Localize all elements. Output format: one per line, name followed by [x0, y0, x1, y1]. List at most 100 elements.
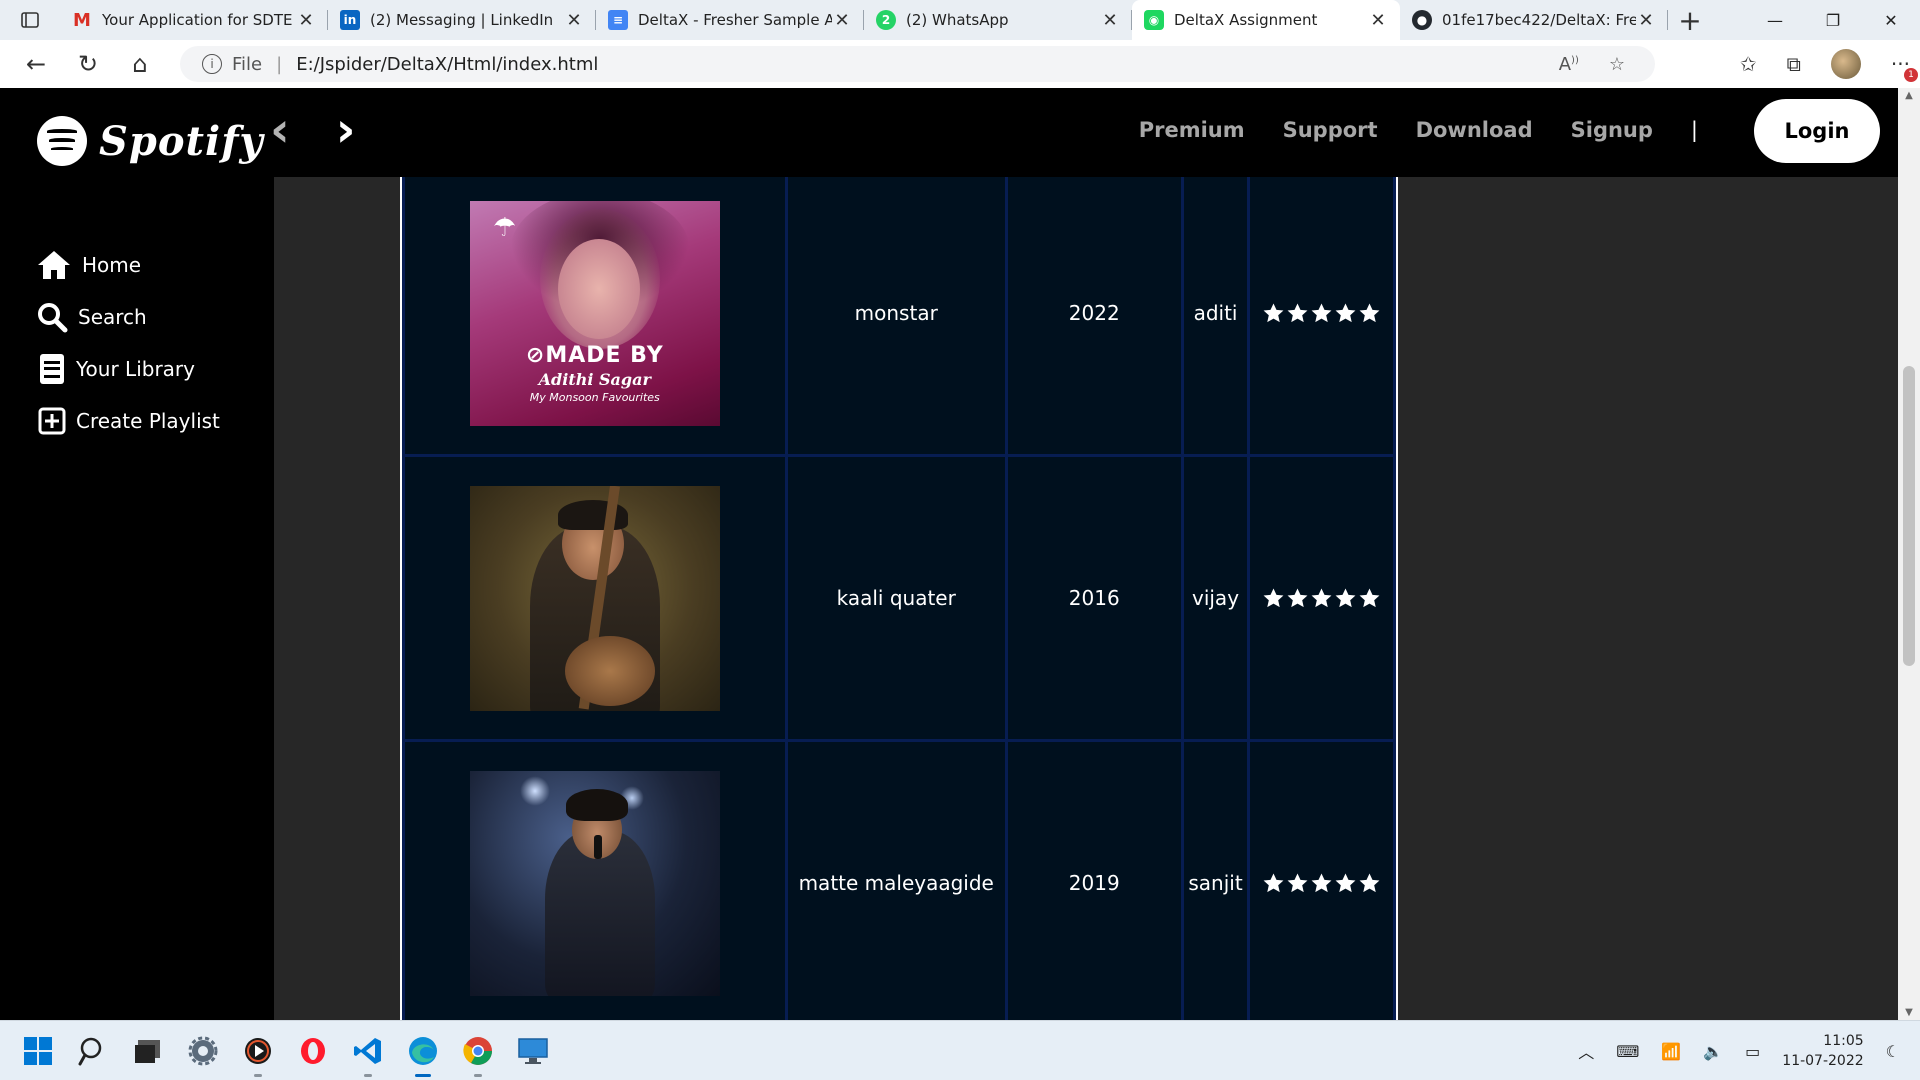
collections-icon[interactable]: ⧉ [1787, 52, 1801, 76]
scroll-down-icon[interactable]: ▼ [1898, 1007, 1920, 1018]
new-tab-button[interactable]: + [1668, 0, 1712, 40]
windows-start-icon[interactable] [20, 1033, 56, 1069]
opera-icon[interactable] [295, 1033, 331, 1069]
minimize-icon[interactable]: — [1746, 0, 1804, 40]
page-viewport: Spotify ‹ › Premium Support Download Sig… [0, 88, 1920, 1020]
nav-separator: | [1690, 118, 1698, 142]
notification-badge: 1 [1904, 68, 1918, 82]
add-box-icon [36, 403, 68, 439]
battery-icon[interactable]: ▭ [1745, 1042, 1760, 1061]
tab-actions-icon[interactable] [0, 0, 60, 40]
address-url[interactable]: E:/Jspider/DeltaX/Html/index.html [296, 54, 598, 75]
close-tab-icon[interactable]: ✕ [1368, 10, 1388, 31]
edge-browser-icon[interactable] [405, 1033, 441, 1077]
chevron-right-icon[interactable]: › [336, 106, 356, 154]
settings-more-icon[interactable]: ··· 1 [1891, 52, 1918, 82]
song-title: matte maleyaagide [784, 739, 1008, 1020]
notifications-icon[interactable]: ☾ [1886, 1042, 1900, 1061]
browser-tab-deltax-assignment[interactable]: ◉ DeltaX Assignment ✕ [1132, 0, 1400, 40]
song-artist: sanjit [1180, 739, 1251, 1020]
chevron-up-icon[interactable]: ︿ [1578, 1039, 1594, 1063]
back-button[interactable]: ← [10, 40, 62, 88]
chrome-icon[interactable] [460, 1033, 496, 1077]
search-icon[interactable] [75, 1033, 111, 1069]
close-tab-icon[interactable]: ✕ [1636, 10, 1656, 31]
sidebar-item-create-playlist[interactable]: Create Playlist [36, 403, 220, 439]
address-bar[interactable]: i File | E:/Jspider/DeltaX/Html/index.ht… [180, 46, 1655, 82]
home-icon [36, 247, 72, 283]
browser-tab-linkedin[interactable]: in (2) Messaging | LinkedIn ✕ [328, 0, 596, 40]
history-arrows: ‹ › [270, 106, 356, 154]
star-icon [1311, 872, 1332, 892]
star-icon [1359, 302, 1380, 322]
tab-title: DeltaX - Fresher Sample Ap [638, 11, 832, 29]
browser-tab-google-docs[interactable]: ≡ DeltaX - Fresher Sample Ap ✕ [596, 0, 864, 40]
album-cover-matte-maleyaagide[interactable] [469, 770, 720, 996]
song-artist: aditi [1180, 177, 1251, 457]
add-favorite-icon[interactable]: ☆ [1609, 54, 1625, 75]
browser-right-tools: ✩ ⧉ ··· 1 [1740, 40, 1918, 88]
nav-support[interactable]: Support [1283, 118, 1378, 142]
vscode-icon[interactable] [350, 1033, 386, 1077]
home-button[interactable]: ⌂ [114, 40, 166, 88]
refresh-button[interactable]: ↻ [62, 40, 114, 88]
close-tab-icon[interactable]: ✕ [832, 10, 852, 31]
nav-premium[interactable]: Premium [1139, 118, 1245, 142]
chevron-left-icon[interactable]: ‹ [270, 106, 290, 154]
cover-line-1: ⊘MADE BY [525, 342, 664, 368]
sidebar-item-search[interactable]: Search [36, 299, 147, 335]
spotify-logo[interactable]: Spotify [37, 116, 264, 166]
close-tab-icon[interactable]: ✕ [564, 10, 584, 31]
tab-title: (2) WhatsApp [906, 11, 1009, 29]
cover-cell [402, 454, 788, 742]
close-tab-icon[interactable]: ✕ [296, 10, 316, 31]
browser-tab-github[interactable]: ● 01fe17bec422/DeltaX: Fresh ✕ [1400, 0, 1668, 40]
table-row: matte maleyaagide 2019 sanjit [402, 739, 1396, 1020]
sidebar-item-home[interactable]: Home [36, 247, 141, 283]
cover-cell: ☂ ⊘MADE BY Adithi Sagar My Monsoon Favou… [402, 177, 788, 457]
address-scheme-label: File [232, 53, 263, 75]
remote-desktop-icon[interactable] [515, 1033, 551, 1069]
github-icon: ● [1412, 10, 1432, 30]
whatsapp-icon: 2 [876, 10, 896, 30]
close-window-icon[interactable]: ✕ [1862, 0, 1920, 40]
tab-title: (2) Messaging | LinkedIn [370, 11, 554, 29]
volume-icon[interactable]: 🔈 [1703, 1042, 1723, 1061]
tab-title: Your Application for SDTE / [102, 11, 296, 29]
favorites-icon[interactable]: ✩ [1740, 52, 1757, 76]
login-button[interactable]: Login [1754, 99, 1880, 163]
song-year: 2016 [1004, 454, 1184, 742]
browser-tab-whatsapp[interactable]: 2 (2) WhatsApp ✕ [864, 0, 1132, 40]
star-icon [1287, 302, 1308, 322]
task-view-icon[interactable] [130, 1033, 166, 1069]
wifi-icon[interactable]: 📶 [1661, 1042, 1681, 1061]
keyboard-icon[interactable]: ⌨ [1616, 1042, 1639, 1061]
sidebar-item-library[interactable]: Your Library [36, 351, 195, 387]
scrollbar-thumb[interactable] [1903, 366, 1915, 666]
album-cover-kaali-quater[interactable] [469, 485, 720, 711]
read-aloud-icon[interactable]: A)) [1559, 54, 1579, 75]
star-icon [1287, 872, 1308, 892]
page-scrollbar[interactable]: ▲ ▼ [1898, 88, 1920, 1020]
search-icon [36, 299, 68, 335]
nav-signup[interactable]: Signup [1571, 118, 1653, 142]
media-player-icon[interactable] [240, 1033, 276, 1077]
star-icon [1263, 872, 1284, 892]
scroll-up-icon[interactable]: ▲ [1898, 90, 1920, 101]
window-controls: — ❐ ✕ [1746, 0, 1920, 40]
song-artist: vijay [1180, 454, 1251, 742]
clock-date: 11-07-2022 [1782, 1053, 1864, 1069]
album-cover-made-by[interactable]: ☂ ⊘MADE BY Adithi Sagar My Monsoon Favou… [469, 200, 720, 426]
browser-tab-gmail[interactable]: M Your Application for SDTE / ✕ [60, 0, 328, 40]
nav-download[interactable]: Download [1416, 118, 1533, 142]
clock[interactable]: 11:05 11-07-2022 [1782, 1031, 1863, 1071]
rating-cell [1247, 177, 1396, 457]
sidebar-item-label: Search [78, 305, 147, 329]
info-icon[interactable]: i [202, 54, 222, 74]
browser-toolbar: ← ↻ ⌂ i File | E:/Jspider/DeltaX/Html/in… [0, 40, 1920, 88]
close-tab-icon[interactable]: ✕ [1100, 10, 1120, 31]
clock-time: 11:05 [1823, 1033, 1864, 1049]
settings-gear-icon[interactable] [185, 1033, 221, 1069]
restore-icon[interactable]: ❐ [1804, 0, 1862, 40]
profile-avatar[interactable] [1830, 49, 1861, 79]
